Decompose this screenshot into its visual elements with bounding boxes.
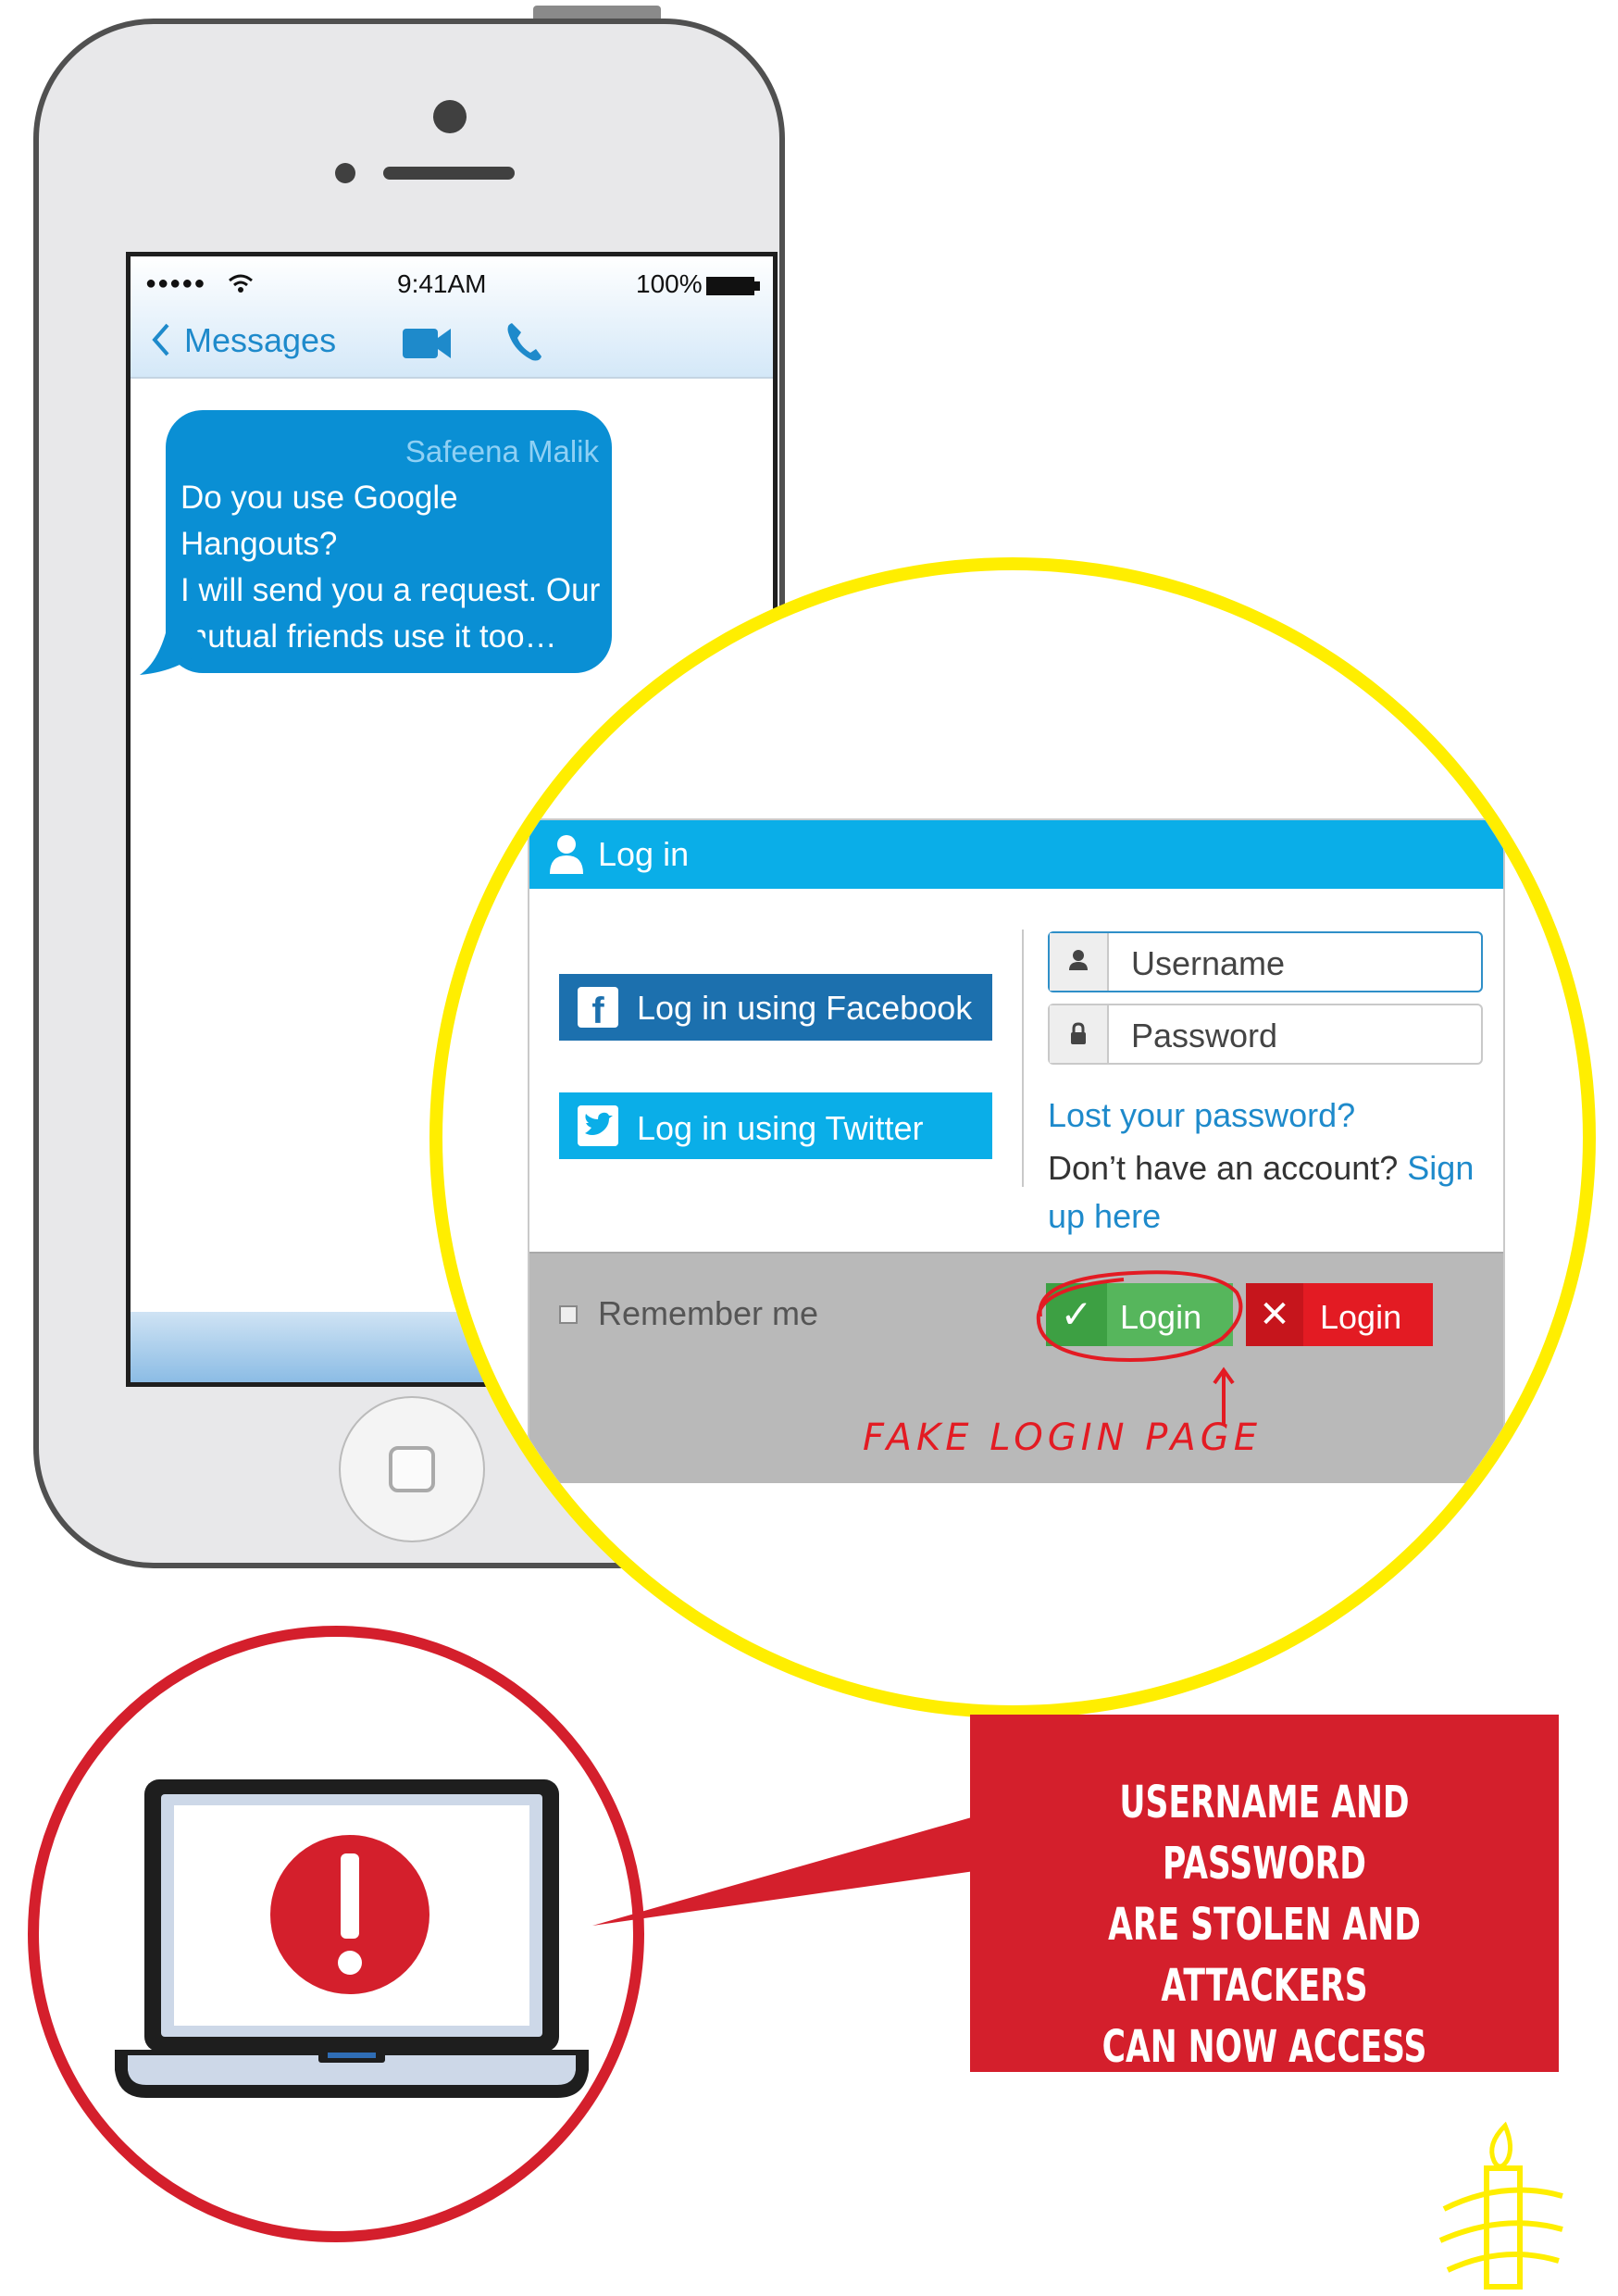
callout-line: USERNAME AND PASSWORD (1119, 1777, 1410, 1890)
earpiece-speaker (383, 167, 515, 180)
message-line: mutual friends use it too… (180, 618, 557, 655)
hand-drawn-circle-annotation (1036, 1270, 1243, 1363)
login-title: Log in (598, 835, 690, 873)
password-placeholder: Password (1131, 1017, 1278, 1054)
back-chevron-icon[interactable] (147, 319, 173, 360)
battery-icon (706, 277, 754, 295)
facebook-login-label: Log in using Facebook (637, 989, 973, 1027)
twitter-login-button[interactable]: Log in using Twitter (559, 1092, 992, 1159)
message-line: Do you use Google (180, 480, 458, 516)
battery-percentage: 100% (636, 269, 703, 298)
home-button[interactable] (339, 1396, 485, 1542)
user-icon (550, 835, 583, 874)
message-sender: Safeena Malik (404, 434, 599, 468)
proximity-sensor (335, 163, 355, 183)
username-addon (1050, 933, 1109, 991)
warning-callout-text: USERNAME AND PASSWORD ARE STOLEN AND ATT… (1065, 1772, 1462, 2200)
callout-line: CAN NOW ACCESS YOUR (1101, 2021, 1427, 2134)
video-camera-icon[interactable] (401, 325, 453, 362)
no-account-text: Don’t have an account? (1048, 1149, 1399, 1187)
message-line: I will send you a request. Our (180, 572, 601, 608)
phone-side-button (533, 6, 661, 19)
signal-strength-icon: ●●●●● (145, 273, 206, 293)
user-icon (1069, 950, 1088, 970)
front-camera (433, 100, 467, 133)
home-button-square-icon (389, 1446, 435, 1492)
callout-pointer (592, 1815, 981, 1926)
zoom-magnifier-circle: Log in f Log in using Facebook Log in us… (429, 557, 1596, 1718)
login-red-label: Login (1320, 1298, 1402, 1336)
password-addon (1050, 1005, 1109, 1063)
warning-callout: USERNAME AND PASSWORD ARE STOLEN AND ATT… (970, 1715, 1559, 2195)
status-time: 9:41AM (397, 269, 487, 298)
callout-line: EMAIL ACCOUNT (1116, 2143, 1413, 2195)
password-field[interactable]: Password (1048, 1004, 1483, 1065)
login-button-red[interactable]: ✕ Login (1246, 1283, 1433, 1346)
message-line: Hangouts? (180, 526, 338, 562)
wifi-icon (229, 274, 253, 293)
message-text: Do you use Google Hangouts? I will send … (180, 475, 606, 660)
battery-tip (754, 281, 760, 291)
login-panel: Log in f Log in using Facebook Log in us… (528, 818, 1505, 1483)
back-to-messages-link[interactable]: Messages (184, 321, 336, 360)
lock-icon (1071, 1022, 1086, 1044)
laptop-warning-icon (115, 1779, 589, 2098)
remember-me-label: Remember me (598, 1294, 819, 1332)
login-header: Log in (529, 820, 1503, 889)
candle-logo-icon (1438, 2121, 1563, 2290)
facebook-icon: f (578, 987, 618, 1031)
lost-password-link[interactable]: Lost your password? (1048, 1096, 1355, 1135)
username-field[interactable]: Username (1048, 931, 1483, 992)
close-icon: ✕ (1246, 1283, 1303, 1346)
facebook-login-button[interactable]: f Log in using Facebook (559, 974, 992, 1041)
message-bubble: Safeena Malik Do you use Google Hangouts… (166, 410, 612, 673)
panel-divider (1022, 930, 1024, 1187)
remember-me-checkbox[interactable] (559, 1305, 578, 1324)
callout-line: ARE STOLEN AND ATTACKERS (1108, 1899, 1421, 2012)
login-footer: Remember me ✓ Login ✕ Login FAKE LOGIN P… (529, 1252, 1503, 1483)
status-and-nav-bar: ●●●●● 9:41AM 100% Messages (131, 256, 773, 379)
twitter-login-label: Log in using Twitter (637, 1109, 924, 1147)
signup-prompt: Don’t have an account? Sign up here (1048, 1144, 1511, 1241)
username-placeholder: Username (1131, 944, 1286, 982)
message-bubble-tail (140, 606, 210, 675)
phone-icon[interactable] (504, 319, 545, 364)
fake-login-page-annotation: FAKE LOGIN PAGE (863, 1416, 1262, 1459)
twitter-icon (578, 1105, 618, 1146)
